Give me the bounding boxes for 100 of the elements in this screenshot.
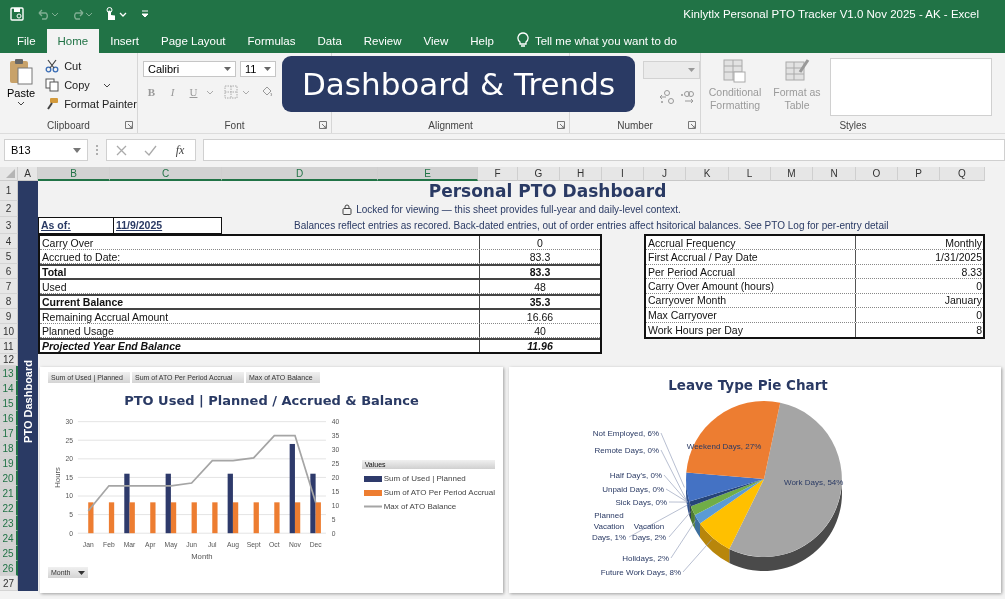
menu-tab[interactable]: File bbox=[6, 29, 47, 53]
row-header[interactable]: 7 bbox=[0, 279, 18, 294]
decrease-decimal-icon[interactable] bbox=[679, 89, 695, 105]
column-header[interactable]: E bbox=[378, 167, 478, 181]
column-header[interactable]: K bbox=[686, 167, 729, 181]
font-name-field[interactable]: Calibri bbox=[143, 61, 236, 77]
paste-button[interactable]: Paste bbox=[5, 57, 38, 117]
row-header[interactable]: 18 bbox=[0, 441, 18, 456]
column-header[interactable]: J bbox=[644, 167, 686, 181]
launcher-icon[interactable] bbox=[319, 121, 327, 129]
data-label: Future Work Days, 8% bbox=[600, 568, 681, 577]
customize-icon[interactable] bbox=[140, 8, 150, 20]
menu-tab[interactable]: Help bbox=[459, 29, 505, 53]
fill-bucket-icon[interactable] bbox=[260, 85, 274, 99]
legend-swatch bbox=[363, 475, 382, 482]
column-header[interactable]: Q bbox=[940, 167, 985, 181]
data-label: Unpaid Days, 0% bbox=[602, 485, 664, 494]
format-painter-button[interactable]: Format Painter bbox=[43, 95, 139, 113]
row-header[interactable]: 10 bbox=[0, 324, 18, 339]
column-header[interactable]: P bbox=[898, 167, 940, 181]
increase-decimal-icon[interactable] bbox=[659, 89, 675, 105]
insert-function-button[interactable]: fx bbox=[173, 142, 187, 158]
group-label: Number bbox=[617, 119, 653, 131]
row-header[interactable]: 12 bbox=[0, 354, 18, 366]
row-header[interactable]: 22 bbox=[0, 501, 18, 516]
launcher-icon[interactable] bbox=[557, 121, 565, 129]
table-cell: Accrued to Date: bbox=[40, 250, 480, 263]
menu-tab[interactable]: Home bbox=[46, 29, 100, 53]
row-header[interactable]: 17 bbox=[0, 426, 18, 441]
column-header[interactable]: M bbox=[771, 167, 813, 181]
menu-tab[interactable]: Page Layout bbox=[150, 29, 237, 53]
column-header[interactable]: F bbox=[478, 167, 518, 181]
launcher-icon[interactable] bbox=[688, 121, 696, 129]
data-label: Half Day's, 0% bbox=[609, 471, 662, 480]
row-header[interactable]: 16 bbox=[0, 411, 18, 426]
column-header[interactable]: H bbox=[560, 167, 602, 181]
row-header[interactable]: 25 bbox=[0, 546, 18, 561]
column-header[interactable]: L bbox=[729, 167, 771, 181]
formula-field[interactable] bbox=[203, 139, 1005, 161]
brush-icon bbox=[45, 97, 60, 111]
column-header[interactable]: A bbox=[18, 167, 38, 181]
row-header[interactable]: 20 bbox=[0, 471, 18, 486]
row-header[interactable]: 19 bbox=[0, 456, 18, 471]
row-header[interactable]: 4 bbox=[0, 234, 18, 249]
table-cell-text: 11.96 bbox=[526, 340, 554, 352]
table-cell: Carryover Month bbox=[646, 293, 856, 308]
row-header[interactable]: 11 bbox=[0, 339, 18, 354]
column-header[interactable]: G bbox=[518, 167, 560, 181]
group-label: Styles bbox=[839, 119, 867, 131]
row-header[interactable]: 9 bbox=[0, 309, 18, 324]
row-header[interactable]: 13 bbox=[0, 366, 18, 381]
row-header[interactable]: 1 bbox=[0, 181, 18, 201]
search-field[interactable]: Tell me what you want to do bbox=[534, 35, 677, 47]
font-size-field[interactable]: 11 bbox=[240, 61, 276, 77]
styles-gallery[interactable] bbox=[830, 58, 992, 116]
table-cell-text: 0 bbox=[536, 236, 544, 249]
row-header[interactable]: 8 bbox=[0, 294, 18, 309]
touch-mode-icon[interactable] bbox=[104, 7, 128, 21]
row-header[interactable]: 2 bbox=[0, 201, 18, 217]
table-cell-text: 40 bbox=[533, 324, 547, 337]
row-header[interactable]: 15 bbox=[0, 396, 18, 411]
copy-button[interactable]: Copy bbox=[43, 76, 139, 94]
cut-button[interactable]: Cut bbox=[43, 57, 139, 75]
table-cell-text: 16.66 bbox=[525, 310, 555, 323]
menu-tab[interactable]: Insert bbox=[99, 29, 150, 53]
table-cell: Used bbox=[40, 280, 480, 293]
row-header[interactable]: 26 bbox=[0, 561, 18, 576]
menu-tab[interactable]: Review bbox=[352, 29, 413, 53]
row-header[interactable]: 21 bbox=[0, 486, 18, 501]
column-header[interactable]: I bbox=[602, 167, 644, 181]
menu-tab[interactable]: Data bbox=[306, 29, 353, 53]
column-header[interactable]: B bbox=[38, 167, 110, 181]
name-box[interactable]: B13 bbox=[4, 139, 88, 161]
row-header[interactable]: 6 bbox=[0, 264, 18, 279]
row-header[interactable]: 5 bbox=[0, 249, 18, 264]
row-header[interactable]: 27 bbox=[0, 576, 18, 591]
table-cell: Projected Year End Balance bbox=[40, 340, 480, 352]
launcher-icon[interactable] bbox=[125, 121, 133, 129]
select-all-button[interactable] bbox=[0, 167, 18, 181]
column-header[interactable]: C bbox=[110, 167, 222, 181]
cancel-icon[interactable] bbox=[115, 144, 127, 156]
side-label: PTO Dashboard bbox=[22, 360, 34, 443]
undo-icon[interactable] bbox=[36, 8, 58, 20]
bar bbox=[253, 502, 259, 534]
menu-tab[interactable]: Formulas bbox=[236, 29, 307, 53]
legend-label: Sum of Used | Planned bbox=[383, 474, 466, 483]
menu-tab[interactable]: View bbox=[412, 29, 460, 53]
column-header[interactable]: O bbox=[856, 167, 898, 181]
row-header[interactable]: 24 bbox=[0, 531, 18, 546]
row-header[interactable]: 3 bbox=[0, 217, 18, 234]
column-header[interactable]: N bbox=[813, 167, 856, 181]
row-header[interactable]: 14 bbox=[0, 381, 18, 396]
table-cell: Work Hours per Day bbox=[646, 322, 856, 337]
save-icon[interactable] bbox=[10, 7, 24, 21]
check-icon[interactable] bbox=[143, 144, 157, 156]
clipboard-icon bbox=[8, 57, 35, 85]
caret-icon bbox=[102, 82, 111, 88]
borders-icon[interactable] bbox=[224, 85, 238, 99]
row-header[interactable]: 23 bbox=[0, 516, 18, 531]
column-header[interactable]: D bbox=[222, 167, 378, 181]
